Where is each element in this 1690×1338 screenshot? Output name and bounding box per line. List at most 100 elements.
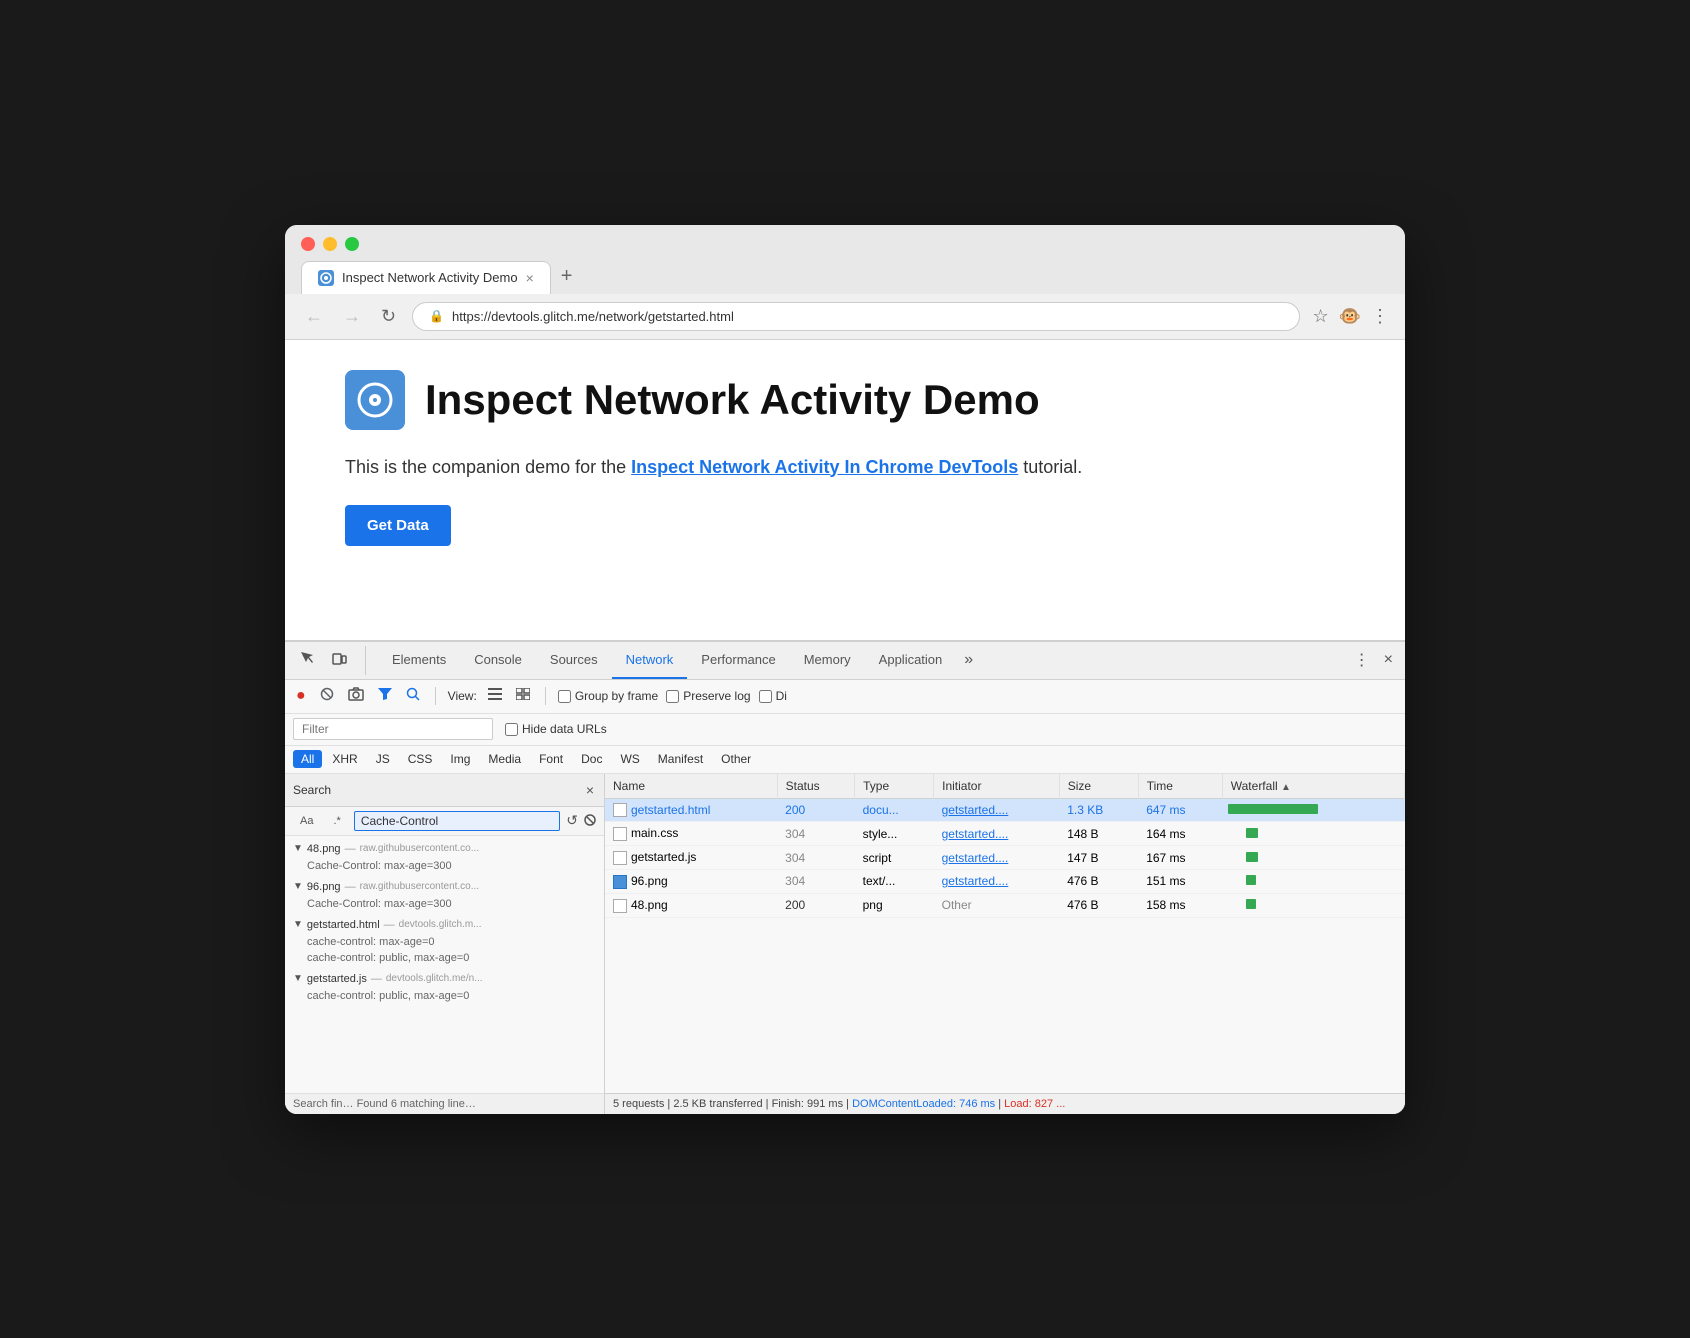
search-negate-btn[interactable] (584, 813, 596, 829)
regex-btn[interactable]: .* (326, 812, 347, 830)
col-time[interactable]: Time (1138, 774, 1222, 799)
col-size[interactable]: Size (1059, 774, 1138, 799)
get-data-button[interactable]: Get Data (345, 505, 451, 546)
tabs-row: Inspect Network Activity Demo × + (301, 261, 1389, 294)
back-button[interactable]: ← (301, 304, 327, 329)
tab-network[interactable]: Network (612, 642, 688, 679)
detail-view-btn[interactable] (513, 684, 533, 708)
search-result-header-getstarted[interactable]: ▼ getstarted.html — devtools.glitch.m... (285, 916, 604, 934)
page-description: This is the companion demo for the Inspe… (345, 454, 1345, 481)
maximize-button[interactable] (345, 237, 359, 251)
disable-cache-checkbox[interactable] (759, 690, 772, 703)
inspect-element-btn[interactable] (293, 646, 321, 675)
preserve-log-checkbox[interactable] (666, 690, 679, 703)
group-by-frame-checkbox[interactable] (558, 690, 571, 703)
type-filter-all[interactable]: All (293, 750, 322, 768)
hide-data-urls-checkbox[interactable] (505, 723, 518, 736)
filter-input[interactable] (293, 718, 493, 740)
url-text: https://devtools.glitch.me/network/getst… (452, 309, 734, 324)
table-row[interactable]: main.css304style...getstarted....148 B16… (605, 822, 1405, 846)
col-waterfall[interactable]: Waterfall ▲ (1222, 774, 1404, 799)
tab-sources[interactable]: Sources (536, 642, 612, 679)
tab-close-btn[interactable]: × (526, 271, 534, 285)
search-panel-close-btn[interactable]: × (584, 780, 596, 800)
tab-memory[interactable]: Memory (790, 642, 865, 679)
device-toolbar-btn[interactable] (325, 646, 353, 675)
cell-name: 96.png (605, 869, 777, 893)
devtools-more-options-btn[interactable]: ⋮ (1350, 646, 1374, 674)
table-row[interactable]: getstarted.js304scriptgetstarted....147 … (605, 846, 1405, 870)
devtools-close-btn[interactable]: × (1380, 647, 1397, 673)
bookmark-icon[interactable]: ☆ (1312, 306, 1328, 327)
type-filter-js[interactable]: JS (368, 750, 398, 768)
preserve-log-label[interactable]: Preserve log (666, 689, 750, 703)
search-result-header-96[interactable]: ▼ 96.png — raw.githubusercontent.co... (285, 878, 604, 896)
search-result-item: cache-control: public, max-age=0 (285, 988, 604, 1004)
filter-button[interactable] (375, 684, 395, 708)
more-tabs-button[interactable]: » (956, 642, 981, 679)
disable-cache-label[interactable]: Di (759, 689, 787, 703)
new-tab-button[interactable]: + (551, 261, 583, 292)
tab-favicon (318, 270, 334, 286)
devtools-link[interactable]: Inspect Network Activity In Chrome DevTo… (631, 457, 1018, 477)
address-actions: ☆ 🐵 ⋮ (1312, 306, 1389, 327)
tab-application[interactable]: Application (865, 642, 957, 679)
search-result-header-js[interactable]: ▼ getstarted.js — devtools.glitch.me/n..… (285, 970, 604, 988)
devtools-tabs: Elements Console Sources Network Perform… (378, 642, 1350, 679)
type-filter-xhr[interactable]: XHR (324, 750, 365, 768)
type-filter-manifest[interactable]: Manifest (650, 750, 711, 768)
network-status-bar: 5 requests | 2.5 KB transferred | Finish… (605, 1093, 1405, 1114)
search-refresh-btn[interactable]: ↺ (566, 812, 578, 829)
case-sensitive-btn[interactable]: Aa (293, 812, 320, 830)
search-button[interactable] (403, 684, 423, 709)
avatar-icon[interactable]: 🐵 (1339, 306, 1361, 327)
menu-icon[interactable]: ⋮ (1371, 306, 1389, 327)
table-header-row: Name Status Type Initiator Size Time Wat… (605, 774, 1405, 799)
type-filter-css[interactable]: CSS (400, 750, 441, 768)
type-filter-other[interactable]: Other (713, 750, 759, 768)
cell-initiator: Other (934, 893, 1060, 917)
col-type[interactable]: Type (855, 774, 934, 799)
desc-after: tutorial. (1018, 457, 1082, 477)
type-filter-doc[interactable]: Doc (573, 750, 610, 768)
screenshot-button[interactable] (345, 684, 367, 709)
type-filter-media[interactable]: Media (480, 750, 529, 768)
tab-elements[interactable]: Elements (378, 642, 460, 679)
record-button[interactable]: ● (293, 684, 309, 708)
url-bar[interactable]: 🔒 https://devtools.glitch.me/network/get… (412, 302, 1300, 331)
type-filter-ws[interactable]: WS (612, 750, 647, 768)
cell-time: 158 ms (1138, 893, 1222, 917)
search-result-header-48[interactable]: ▼ 48.png — raw.githubusercontent.co... (285, 840, 604, 858)
refresh-button[interactable]: ↻ (377, 304, 400, 329)
hide-data-urls-label[interactable]: Hide data URLs (505, 722, 607, 736)
col-status[interactable]: Status (777, 774, 854, 799)
table-scroll[interactable]: Name Status Type Initiator Size Time Wat… (605, 774, 1405, 1093)
cell-initiator: getstarted.... (934, 798, 1060, 822)
type-filter-font[interactable]: Font (531, 750, 571, 768)
table-row[interactable]: getstarted.html200docu...getstarted....1… (605, 798, 1405, 822)
cell-time: 647 ms (1138, 798, 1222, 822)
col-initiator[interactable]: Initiator (934, 774, 1060, 799)
col-name[interactable]: Name (605, 774, 777, 799)
toolbar-separator (435, 687, 436, 705)
type-filter-img[interactable]: Img (442, 750, 478, 768)
search-query-input[interactable] (354, 811, 560, 831)
table-row[interactable]: 96.png304text/...getstarted....476 B151 … (605, 869, 1405, 893)
browser-tab[interactable]: Inspect Network Activity Demo × (301, 261, 551, 294)
cell-waterfall (1222, 822, 1404, 846)
clear-button[interactable] (317, 684, 337, 709)
close-button[interactable] (301, 237, 315, 251)
cell-waterfall (1222, 893, 1404, 917)
title-bar: Inspect Network Activity Demo × + (285, 225, 1405, 294)
tab-performance[interactable]: Performance (687, 642, 789, 679)
cell-initiator: getstarted.... (934, 869, 1060, 893)
group-by-frame-label[interactable]: Group by frame (558, 689, 658, 703)
cell-name: getstarted.html (605, 798, 777, 822)
forward-button[interactable]: → (339, 304, 365, 329)
tab-console[interactable]: Console (460, 642, 536, 679)
devtools-actions: ⋮ × (1350, 646, 1397, 674)
network-main: Search × Aa .* ↺ (285, 774, 1405, 1114)
minimize-button[interactable] (323, 237, 337, 251)
list-view-btn[interactable] (485, 684, 505, 708)
table-row[interactable]: 48.png200pngOther476 B158 ms (605, 893, 1405, 917)
